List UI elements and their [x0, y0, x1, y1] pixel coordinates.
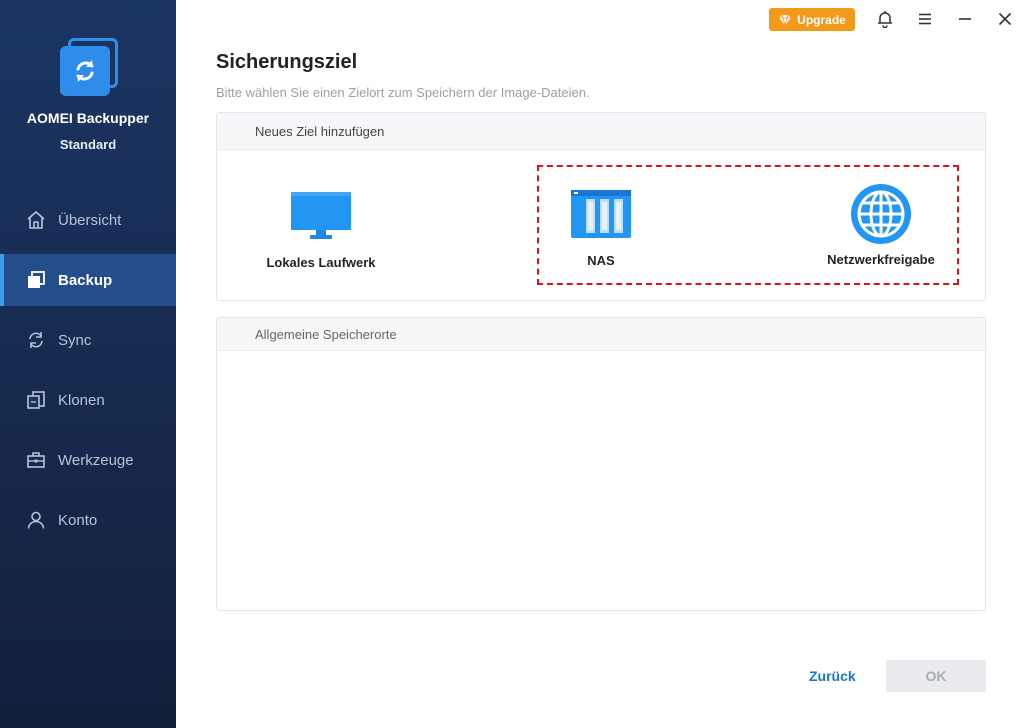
nas-option[interactable]: NAS: [551, 189, 651, 268]
new-target-header: Neues Ziel hinzufügen: [217, 113, 985, 150]
minimize-icon[interactable]: [954, 8, 976, 30]
common-locations-header: Allgemeine Speicherorte: [217, 318, 985, 351]
sidebar-item-label: Sync: [58, 331, 92, 349]
sync-icon: [25, 329, 47, 351]
diamond-icon: [779, 14, 792, 26]
user-icon: [25, 509, 47, 531]
sidebar-item-label: Übersicht: [58, 211, 122, 229]
network-share-option[interactable]: Netzwerkfreigabe: [811, 183, 951, 267]
sidebar-item-label: Werkzeuge: [58, 451, 134, 469]
toolbox-icon: [25, 449, 47, 471]
sidebar-item-label: Konto: [58, 511, 98, 529]
page-subtitle: Bitte wählen Sie einen Zielort zum Speic…: [216, 85, 590, 100]
app-logo-icon: [60, 38, 118, 98]
ok-button[interactable]: OK: [886, 660, 986, 692]
sidebar-item-clone[interactable]: Klonen: [0, 374, 176, 426]
home-icon: [25, 209, 47, 231]
nas-label: NAS: [587, 253, 615, 268]
close-icon[interactable]: [994, 8, 1016, 30]
backup-icon: [25, 269, 47, 291]
local-drive-label: Lokales Laufwerk: [266, 255, 376, 270]
sidebar-item-tools[interactable]: Werkzeuge: [0, 434, 176, 486]
app-name: AOMEI Backupper: [26, 110, 150, 126]
menu-icon[interactable]: [914, 8, 936, 30]
nas-icon: [571, 190, 631, 238]
local-drive-option[interactable]: Lokales Laufwerk: [256, 191, 386, 270]
sidebar: AOMEI Backupper Standard Übersicht Backu…: [0, 0, 176, 728]
sidebar-item-account[interactable]: Konto: [0, 494, 176, 546]
page-title: Sicherungsziel: [216, 51, 358, 73]
globe-icon: [851, 184, 911, 244]
bell-icon[interactable]: [874, 8, 896, 30]
common-locations-panel: Allgemeine Speicherorte: [216, 317, 986, 611]
network-share-label: Netzwerkfreigabe: [827, 252, 935, 267]
back-button[interactable]: Zurück: [809, 668, 856, 684]
upgrade-button[interactable]: Upgrade: [769, 8, 855, 31]
sidebar-item-label: Backup: [58, 271, 113, 289]
sidebar-item-backup[interactable]: Backup: [0, 254, 176, 306]
monitor-icon: [291, 192, 351, 239]
sidebar-item-label: Klonen: [58, 391, 105, 409]
sidebar-item-sync[interactable]: Sync: [0, 314, 176, 366]
main-content: Upgrade Sicherungsziel Bitte wählen Sie …: [176, 0, 1027, 728]
clone-icon: [25, 389, 47, 411]
sidebar-item-overview[interactable]: Übersicht: [0, 194, 176, 246]
app-edition: Standard: [59, 137, 117, 152]
upgrade-label: Upgrade: [797, 12, 846, 27]
